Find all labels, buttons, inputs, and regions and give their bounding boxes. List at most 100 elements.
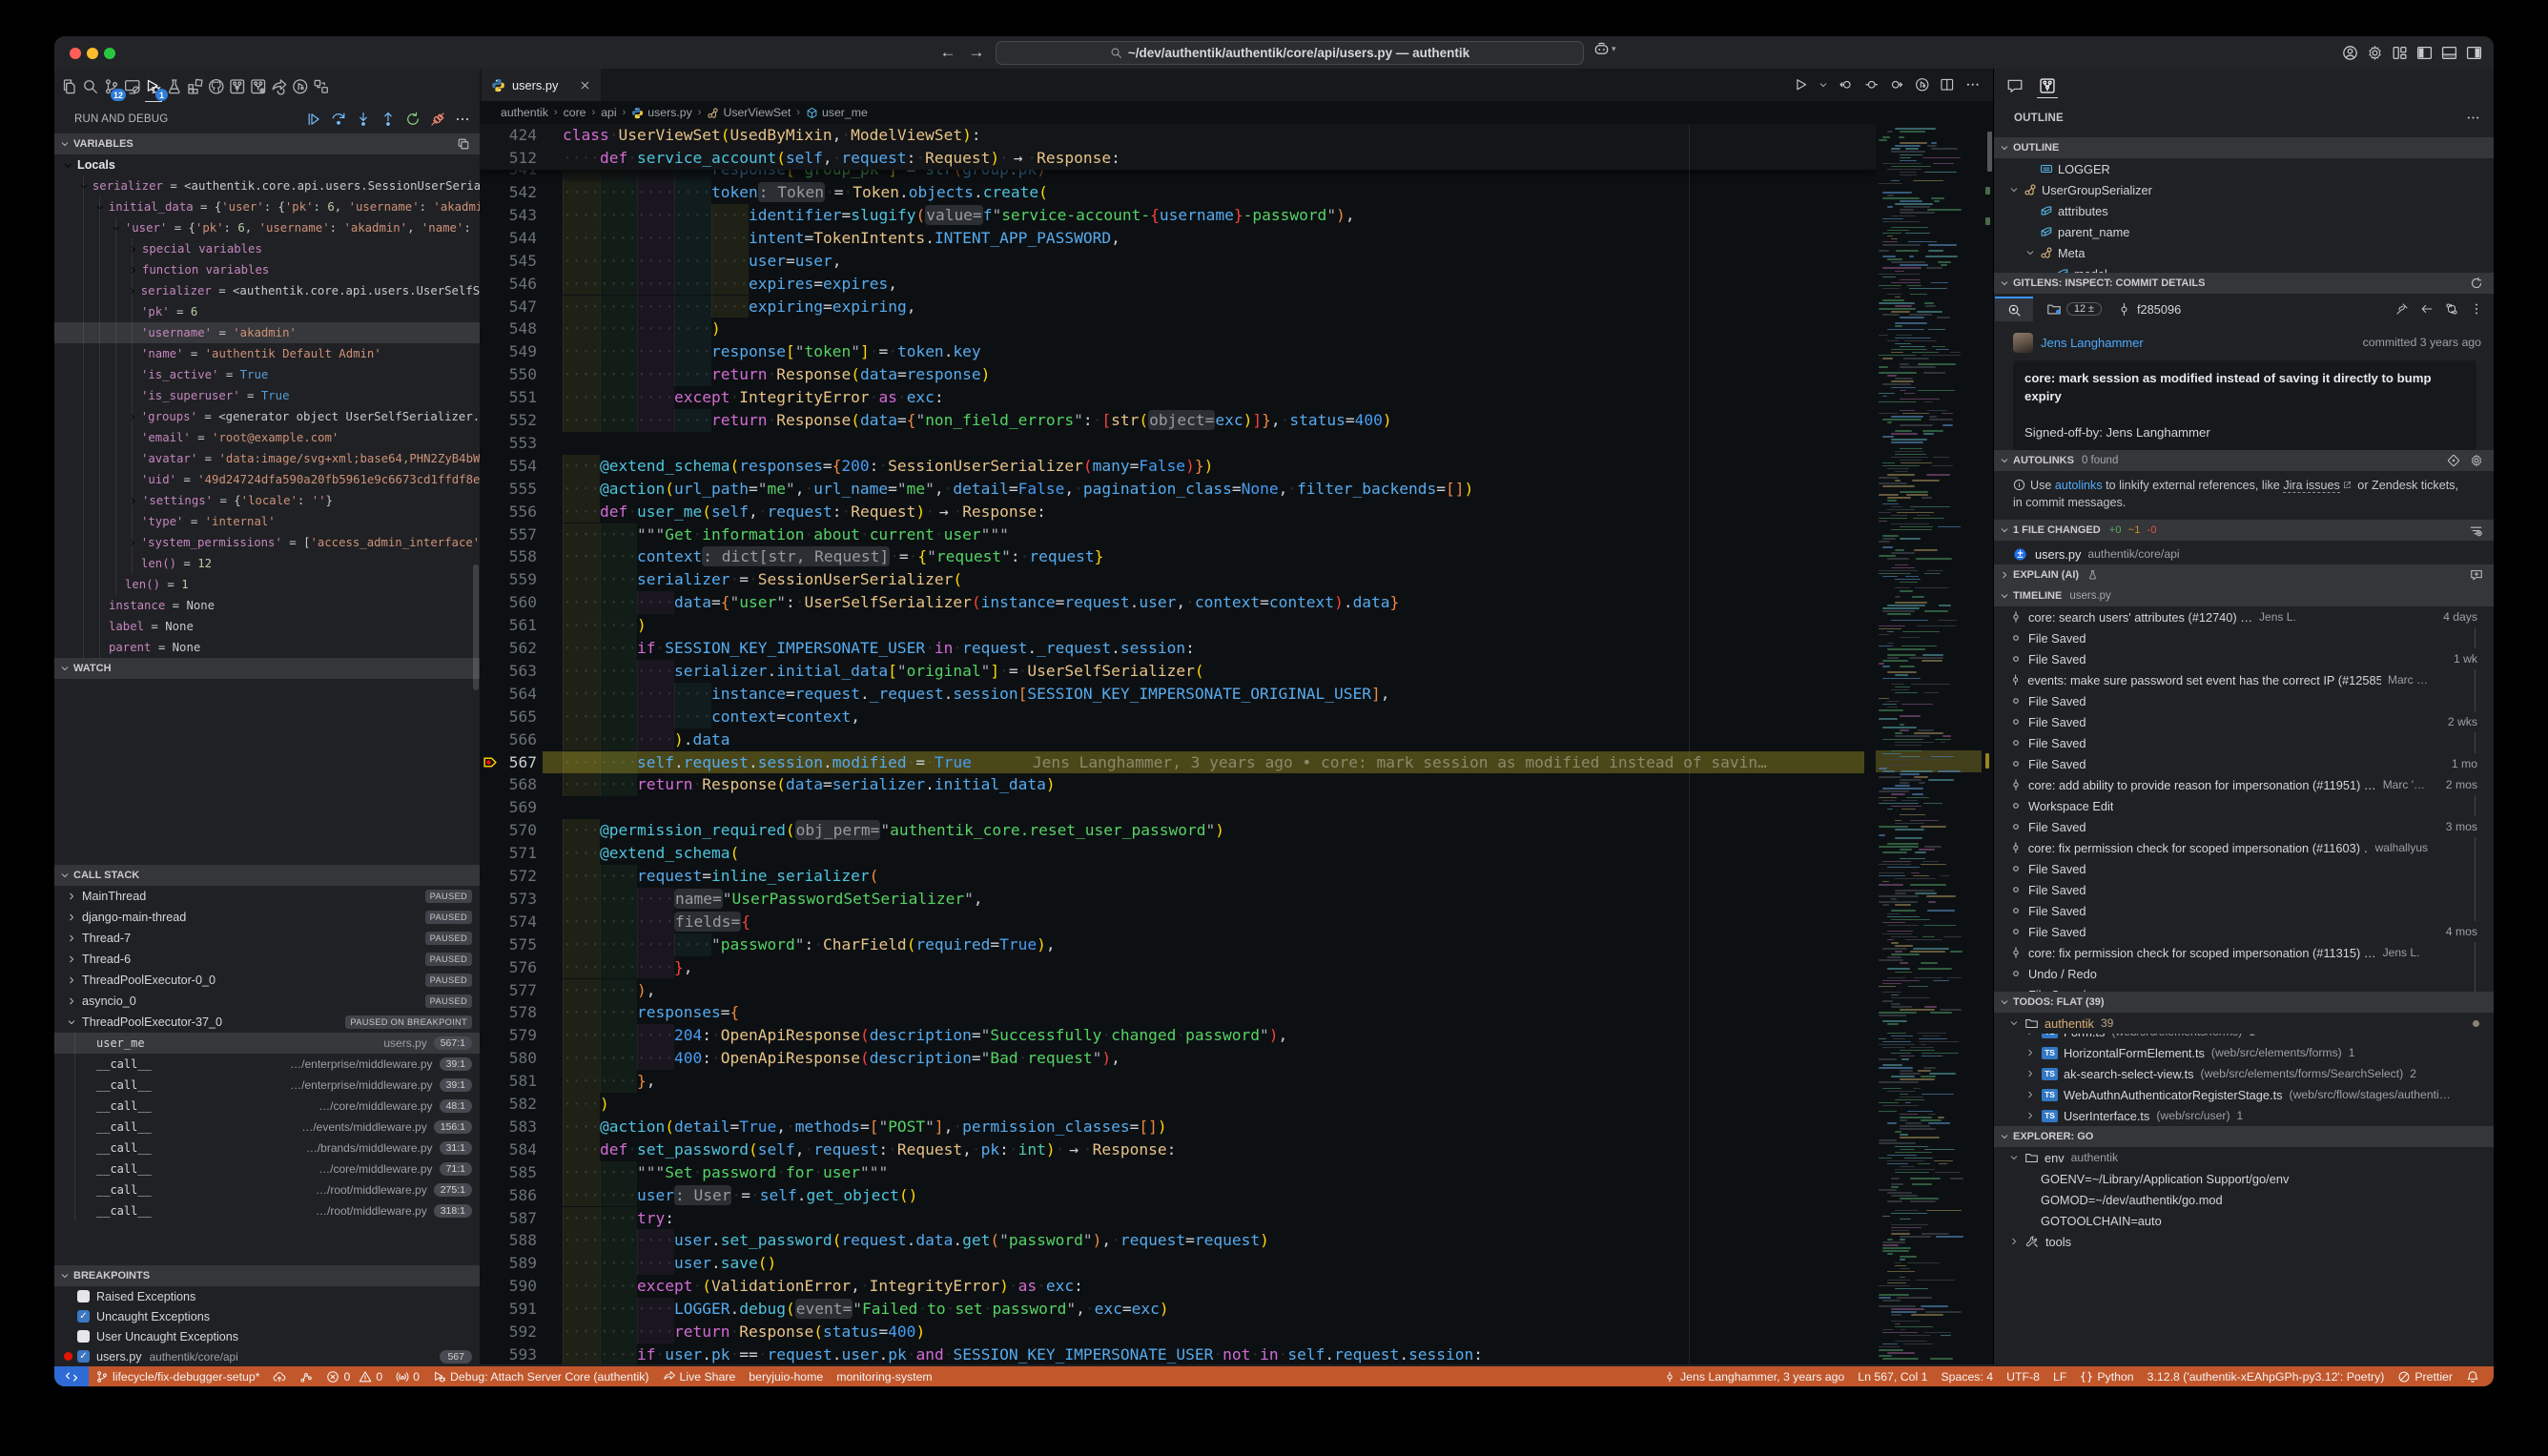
code-line-578[interactable]: 578········responses={ (480, 1001, 1876, 1024)
breadcrumb-core[interactable]: core (564, 106, 586, 119)
containers-activity-icon[interactable] (311, 72, 332, 101)
github-activity-icon[interactable] (206, 72, 227, 101)
code-line-551[interactable]: 551············except·IntegrityError·as·… (480, 386, 1876, 409)
code-line-549[interactable]: 549················response["token"]·=·t… (480, 340, 1876, 363)
status-interpreter[interactable]: 3.12.8 ('authentik-xEAhpGPh-py3.12': Poe… (2141, 1370, 2392, 1384)
status-publish[interactable] (266, 1370, 293, 1384)
history-back-button[interactable]: ← (935, 40, 960, 65)
command-center[interactable]: ~/dev/authentik/authentik/core/api/users… (996, 41, 1584, 65)
code-line-577[interactable]: 577········), (480, 979, 1876, 1002)
code-line-554[interactable]: 554····@extend_schema(responses={200:·Se… (480, 455, 1876, 478)
tab-users-py[interactable]: users.py (482, 69, 601, 101)
code-line-560[interactable]: 560············data={"user":·UserSelfSer… (480, 591, 1876, 614)
variable-row[interactable]: len() = 12 (54, 553, 480, 574)
status-language[interactable]: Python (2073, 1370, 2140, 1384)
call-stack-frame-row[interactable]: user_meusers.py567:1 (54, 1033, 480, 1054)
split-editor-icon[interactable] (1940, 77, 1955, 92)
todos-file-row[interactable]: TSUserInterface.ts(web/src/user)1 (1994, 1105, 2494, 1126)
variable-row[interactable]: 'groups' = <generator object UserSelfSer… (54, 406, 480, 427)
todos-file-row[interactable]: TSWebAuthnAuthenticatorRegisterStage.ts(… (1994, 1084, 2494, 1105)
sidebar-scrollbar[interactable] (473, 564, 479, 690)
variable-row[interactable]: special variables (54, 238, 480, 259)
code-line-570[interactable]: 570····@permission_required(obj_perm="au… (480, 819, 1876, 842)
code-line-580[interactable]: 580············400:·OpenApiResponse(desc… (480, 1047, 1876, 1070)
copilot-menu[interactable]: ▾ (1593, 41, 1616, 57)
breadcrumb-users-py[interactable]: users.py (631, 106, 691, 119)
code-line-555[interactable]: 555····@action(url_path="me",·url_name="… (480, 478, 1876, 501)
call-stack-frame-row[interactable]: __call__…/enterprise/middleware.py39:1 (54, 1054, 480, 1075)
code-line-575[interactable]: 575················"password":·CharField… (480, 933, 1876, 956)
variable-row[interactable]: 'user' = {'pk': 6, 'username': 'akadmin'… (54, 217, 480, 238)
variable-row[interactable]: Locals (54, 154, 480, 175)
extensions-activity-icon[interactable] (185, 72, 206, 101)
status-encoding[interactable]: UTF-8 (2000, 1370, 2046, 1384)
status-ports[interactable]: 0 (389, 1370, 426, 1384)
remote-explorer-activity-icon[interactable] (122, 72, 143, 101)
code-line-593[interactable]: 593········if·user.pk·==·request.user.pk… (480, 1343, 1876, 1364)
variable-row[interactable]: 'is_superuser' = True (54, 385, 480, 406)
breakpoint-checkbox[interactable]: ✓ (77, 1350, 90, 1363)
variable-row[interactable]: len() = 1 (54, 574, 480, 595)
search-activity-icon[interactable] (80, 72, 101, 101)
status-branch[interactable]: lifecycle/fix-debugger-setup* (89, 1370, 266, 1384)
variable-row[interactable]: 'pk' = 6 (54, 301, 480, 322)
call-stack-frame-row[interactable]: __call__…/root/middleware.py318:1 (54, 1200, 480, 1221)
code-line-589[interactable]: 589············user.save() (480, 1252, 1876, 1275)
breadcrumb-authentik[interactable]: authentik (501, 106, 548, 119)
code-line-547[interactable]: 547····················expiring=expiring… (480, 296, 1876, 318)
code-line-424[interactable]: 424class·UserViewSet(UsedByMixin,·ModelV… (480, 124, 1876, 147)
breakpoint-row[interactable]: Raised Exceptions (54, 1286, 480, 1306)
minimap[interactable] (1876, 124, 1982, 1364)
variable-row[interactable]: 'settings' = {'locale': ''} (54, 490, 480, 511)
toggle-secondary-sidebar-icon[interactable] (2466, 45, 2482, 61)
breakpoint-row[interactable]: User Uncaught Exceptions (54, 1326, 480, 1346)
source-control-activity-icon[interactable]: 12 (101, 72, 122, 101)
code-line-559[interactable]: 559········serializer·=·SessionUserSeria… (480, 568, 1876, 591)
toggle-panel-icon[interactable] (2441, 45, 2457, 61)
run-and-debug-activity-icon[interactable]: 1 (143, 72, 164, 101)
live-share-activity-icon[interactable] (269, 72, 290, 101)
disconnect-icon[interactable] (430, 112, 445, 127)
code-line-561[interactable]: 561········) (480, 614, 1876, 637)
variable-row[interactable]: parent = None (54, 637, 480, 658)
code-line-566[interactable]: 566············).data (480, 728, 1876, 751)
breakpoints-section-header[interactable]: BREAKPOINTS (54, 1265, 480, 1286)
testing-activity-icon[interactable] (164, 72, 185, 101)
code-line-548[interactable]: 548················) (480, 318, 1876, 340)
step-out-icon[interactable] (380, 112, 396, 127)
code-line-557[interactable]: 557········"""Get·information·about·curr… (480, 523, 1876, 546)
explorer-activity-icon[interactable] (59, 72, 80, 101)
variable-row[interactable]: 'type' = 'internal' (54, 511, 480, 532)
code-line-587[interactable]: 587········try: (480, 1207, 1876, 1230)
run-python-file-icon[interactable] (1794, 77, 1809, 92)
code-line-592[interactable]: 592············return·Response(status=40… (480, 1321, 1876, 1343)
copy-value-icon[interactable] (457, 137, 470, 151)
breakpoint-checkbox[interactable]: ✓ (77, 1310, 90, 1323)
code-line-571[interactable]: 571····@extend_schema( (480, 842, 1876, 865)
code-line-573[interactable]: 573············name="UserPasswordSetSeri… (480, 888, 1876, 911)
code-line-564[interactable]: 564················instance=request._req… (480, 683, 1876, 706)
account-icon[interactable] (2342, 45, 2358, 61)
traffic-light-minimize[interactable] (87, 48, 98, 59)
code-line-584[interactable]: 584····def·set_password(self,·request:·R… (480, 1138, 1876, 1161)
explorer-go-row[interactable]: GOENV=~/Library/Application Support/go/e… (1994, 1168, 2494, 1189)
code-line-581[interactable]: 581········}, (480, 1070, 1876, 1093)
explorer-go-row[interactable]: GOTOOLCHAIN=auto (1994, 1210, 2494, 1231)
call-stack-thread-row[interactable]: Thread-7PAUSED (54, 928, 480, 949)
explorer-go-row[interactable]: GOMOD=~/dev/authentik/go.mod (1994, 1189, 2494, 1210)
call-stack-thread-row[interactable]: MainThreadPAUSED (54, 886, 480, 907)
breakpoint-row[interactable]: ✓Uncaught Exceptions (54, 1306, 480, 1326)
run-dropdown-icon[interactable] (1819, 80, 1828, 90)
todos-file-row[interactable]: TSHorizontalFormElement.ts(web/src/eleme… (1994, 1042, 2494, 1063)
more-actions-icon[interactable] (455, 112, 470, 127)
nav-forward-icon[interactable] (1889, 77, 1904, 92)
breakpoint-checkbox[interactable] (77, 1290, 90, 1302)
status-monitoring-system[interactable]: monitoring-system (830, 1370, 938, 1384)
call-stack-section-header[interactable]: CALL STACK (54, 865, 480, 886)
code-line-569[interactable]: 569 (480, 796, 1876, 819)
status-indentation[interactable]: Spaces: 4 (1934, 1370, 2000, 1384)
traffic-light-close[interactable] (70, 48, 81, 59)
code-line-553[interactable]: 553 (480, 432, 1876, 455)
restart-icon[interactable] (405, 112, 421, 127)
more-actions-icon[interactable] (1965, 77, 1981, 92)
